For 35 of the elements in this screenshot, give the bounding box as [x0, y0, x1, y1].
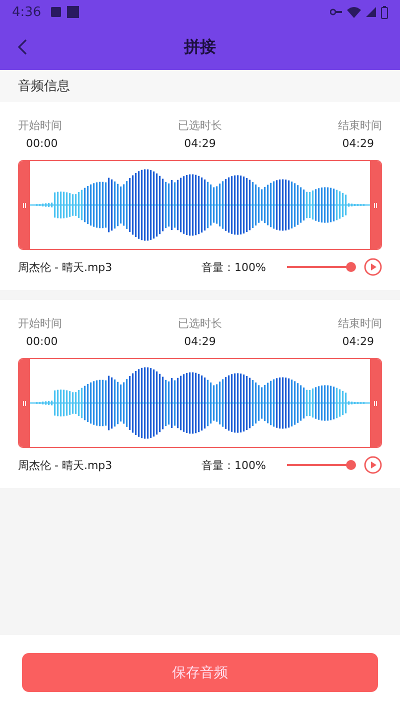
start-label: 开始时间 — [18, 316, 62, 331]
play-icon — [364, 456, 382, 474]
left-handle[interactable] — [19, 161, 30, 249]
duration-label: 已选时长 — [178, 316, 222, 331]
play-button[interactable] — [364, 258, 382, 276]
start-label: 开始时间 — [18, 118, 62, 133]
duration-label: 已选时长 — [178, 118, 222, 133]
battery-icon — [381, 6, 388, 18]
signal-icon — [366, 7, 376, 17]
left-handle[interactable] — [19, 359, 30, 447]
start-time: 00:00 — [26, 137, 58, 150]
volume-label: 音量：100% — [202, 458, 266, 472]
wifi-icon — [347, 6, 361, 18]
save-button[interactable]: 保存音频 — [22, 653, 378, 692]
notification-icon — [50, 6, 62, 18]
play-icon — [364, 258, 382, 276]
square-icon — [67, 6, 80, 18]
end-label: 结束时间 — [338, 118, 382, 133]
file-name: 周杰伦 - 晴天.mp3 — [18, 260, 112, 274]
duration-time: 04:29 — [184, 137, 216, 150]
section-title: 音频信息 — [18, 78, 70, 95]
key-icon — [330, 8, 342, 16]
right-handle[interactable] — [370, 161, 381, 249]
screen-title: 拼接 — [184, 36, 216, 58]
end-label: 结束时间 — [338, 316, 382, 331]
status-time: 4:36 — [12, 4, 42, 20]
play-button[interactable] — [364, 456, 382, 474]
end-time: 04:29 — [342, 335, 374, 348]
volume-label: 音量：100% — [202, 260, 266, 274]
duration-time: 04:29 — [184, 335, 216, 348]
start-time: 00:00 — [26, 335, 58, 348]
file-name: 周杰伦 - 晴天.mp3 — [18, 458, 112, 472]
right-handle[interactable] — [370, 359, 381, 447]
end-time: 04:29 — [342, 137, 374, 150]
back-icon — [16, 38, 28, 56]
